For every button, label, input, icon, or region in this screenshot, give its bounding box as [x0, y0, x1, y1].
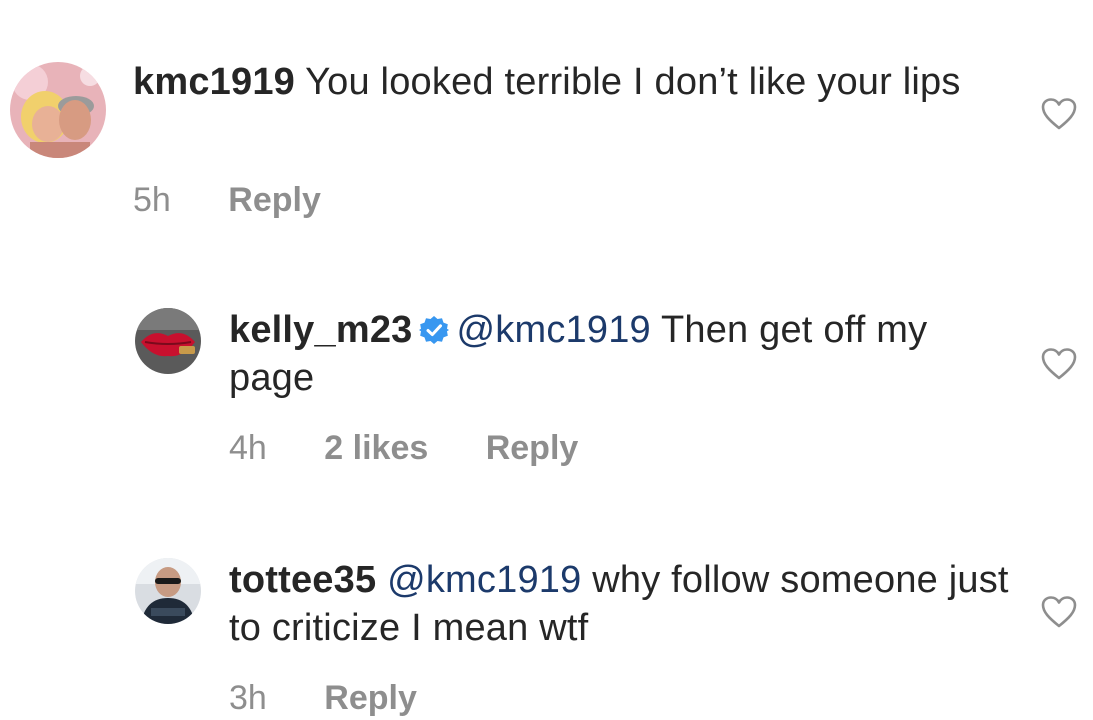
avatar[interactable]: [135, 308, 201, 374]
likes-count[interactable]: 2 likes: [324, 429, 428, 467]
comment-meta: 5h Reply: [133, 180, 369, 220]
heart-outline-icon[interactable]: [1041, 596, 1077, 628]
avatar[interactable]: [135, 558, 201, 624]
comment-username[interactable]: kmc1919: [133, 61, 295, 103]
comment-text: kelly_m23 @kmc1919 Then get off my page: [229, 306, 1009, 402]
comment-username[interactable]: kelly_m23: [229, 309, 413, 351]
verified-badge-icon: [418, 316, 449, 344]
comment-time: 3h: [229, 679, 267, 717]
comment-meta: 4h 2 likes Reply: [229, 428, 626, 468]
comment-meta: 3h Reply: [229, 678, 465, 718]
reply-button[interactable]: Reply: [486, 429, 579, 467]
comment-text: kmc1919 You looked terrible I don’t like…: [133, 58, 973, 106]
comment-kelly_m23: kelly_m23 @kmc1919 Then get off my page …: [0, 240, 1093, 490]
comment-tottee35: tottee35 @kmc1919 why follow someone jus…: [0, 490, 1093, 720]
comment-mention[interactable]: @kmc1919: [387, 559, 581, 601]
comment-username[interactable]: tottee35: [229, 559, 376, 601]
heart-outline-icon[interactable]: [1041, 98, 1077, 130]
comment-body: You looked terrible I don’t like your li…: [305, 61, 961, 103]
heart-outline-icon[interactable]: [1041, 348, 1077, 380]
couple-photo-avatar-icon: [10, 62, 106, 158]
reply-button[interactable]: Reply: [228, 181, 321, 219]
comment-mention[interactable]: @kmc1919: [457, 309, 651, 351]
avatar[interactable]: [10, 62, 106, 158]
reply-button[interactable]: Reply: [324, 679, 417, 717]
comment-time: 4h: [229, 429, 267, 467]
comment-text: tottee35 @kmc1919 why follow someone jus…: [229, 556, 1009, 652]
lips-avatar-icon: [135, 308, 201, 374]
man-sunglasses-avatar-icon: [135, 558, 201, 624]
comment-kmc1919: kmc1919 You looked terrible I don’t like…: [0, 0, 1093, 240]
comment-time: 5h: [133, 181, 171, 219]
